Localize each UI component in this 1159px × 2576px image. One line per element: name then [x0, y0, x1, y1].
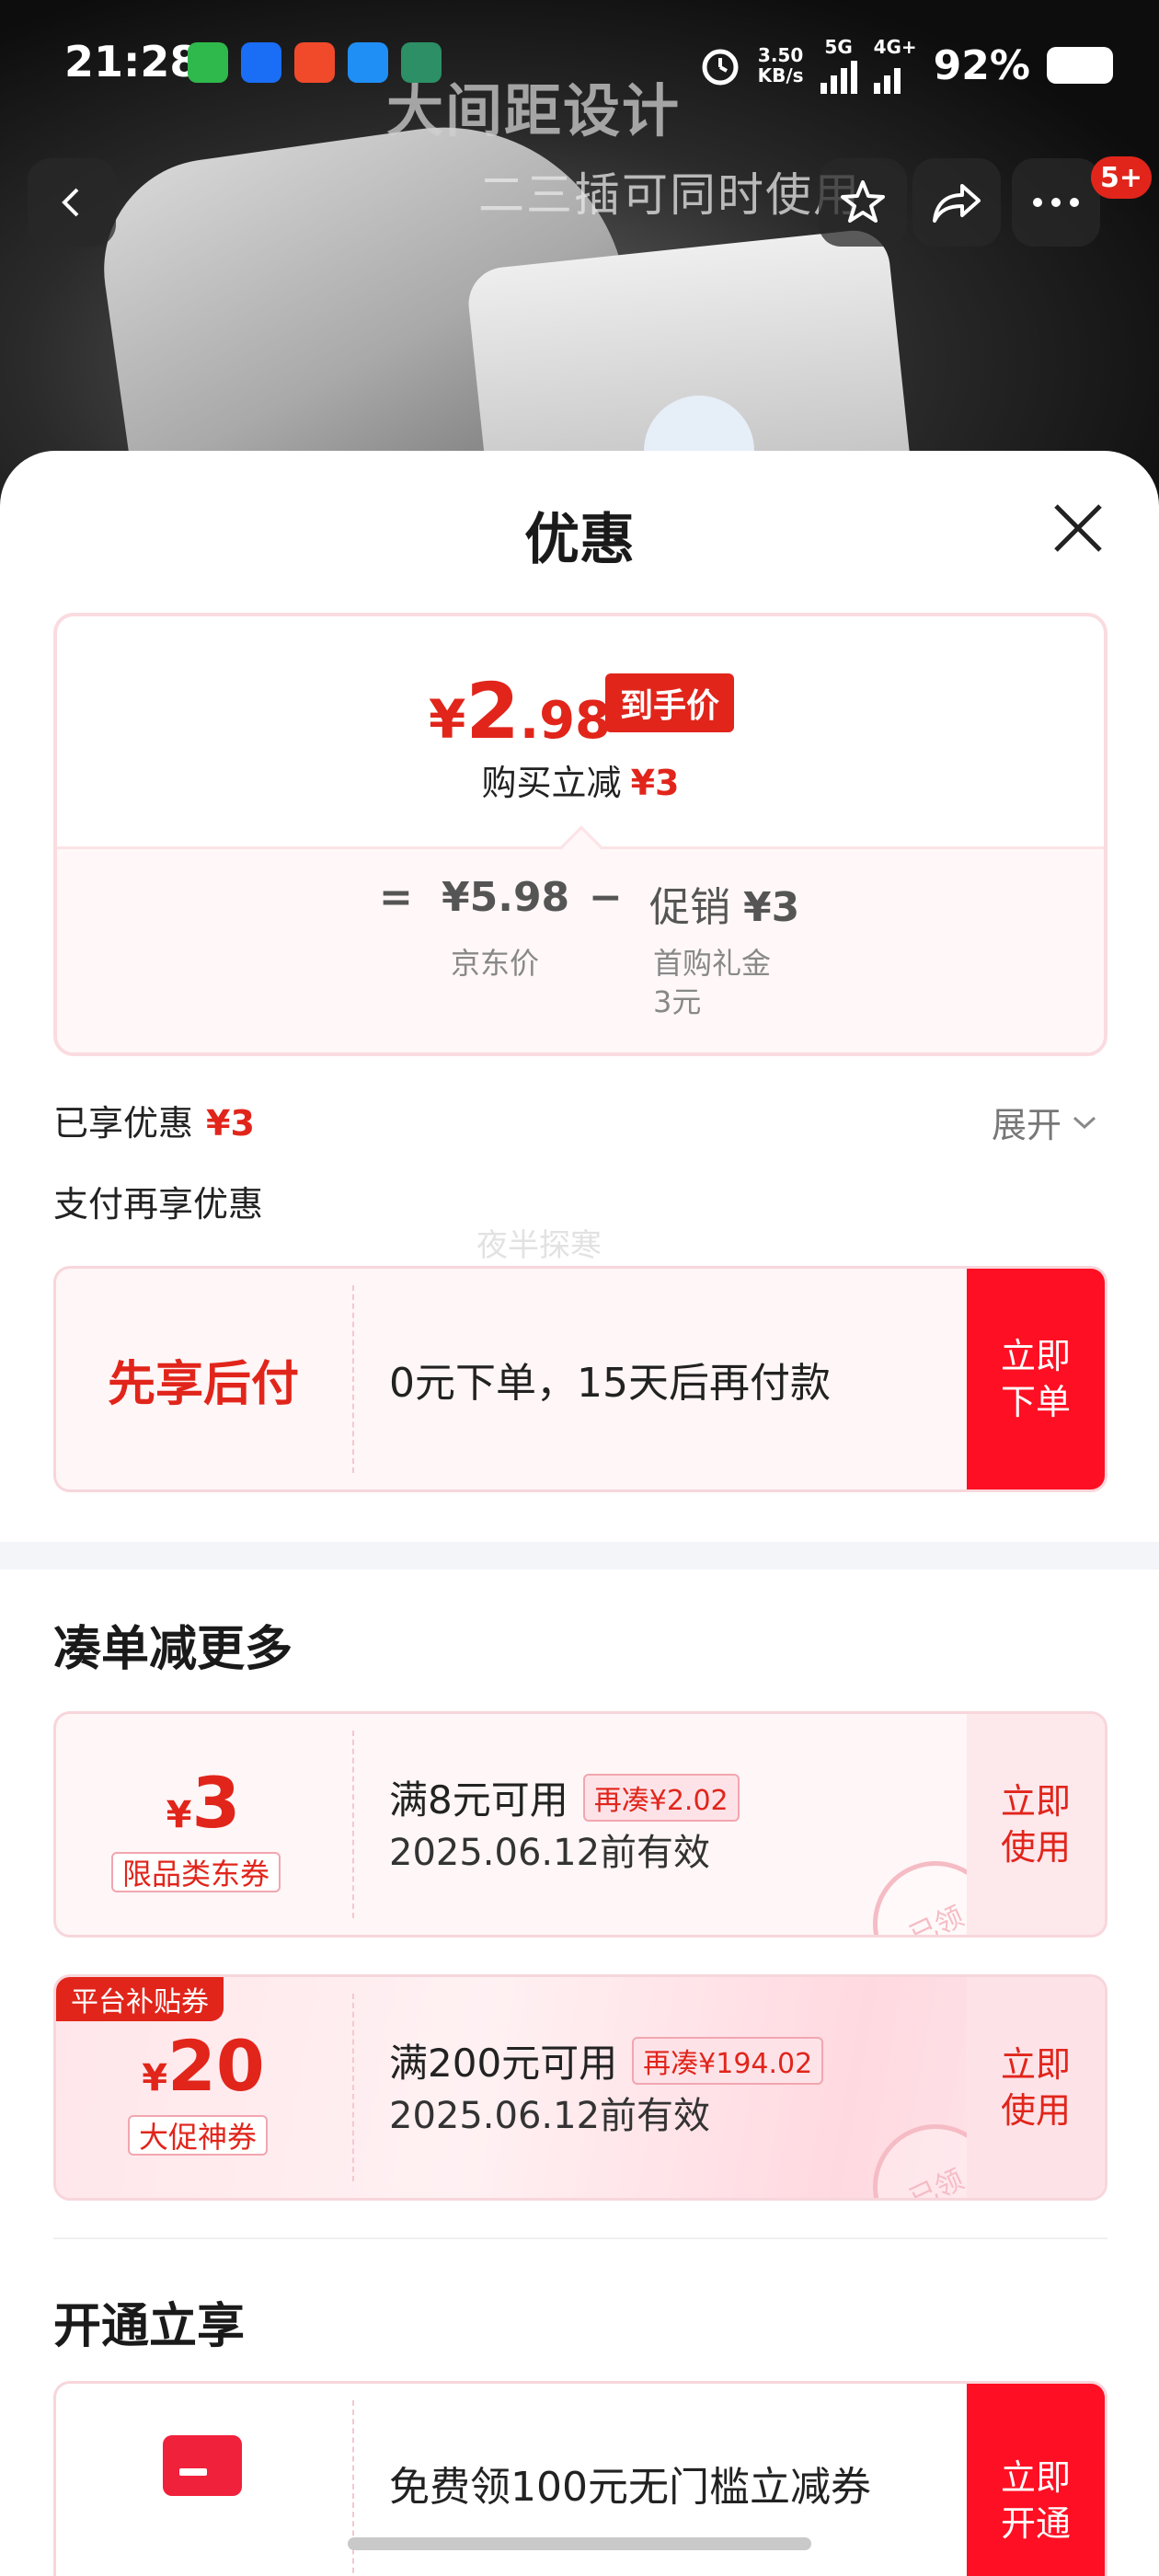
pay-more-title: 支付再享优惠 — [53, 1184, 264, 1225]
coupon-amount: ¥3 — [166, 1762, 241, 1844]
use-now-button[interactable]: 立即 使用 — [967, 1977, 1105, 2198]
equals-sign: = — [379, 874, 413, 921]
product-subline: 二三插可同时使用 — [478, 168, 861, 222]
status-right: 3.50 KB/s 5G 4G+ 92% — [699, 37, 1113, 94]
coupon-type: 限品类东券 — [111, 1852, 281, 1892]
bnpl-title: 先享后付 — [107, 1356, 299, 1412]
credit-card-icon — [163, 2435, 242, 2496]
coupon-amount: ¥20 — [142, 2025, 265, 2107]
price-summary-box: ¥2.98 到手价 购买立减 ¥3 = ¥5.98 − 促销 ¥3 京东价 首购礼… — [53, 613, 1107, 1056]
minus-sign: − — [589, 874, 623, 921]
watermark: 夜半探寒 — [476, 1227, 602, 1264]
promo-detail: 首购礼金 3元 — [653, 946, 772, 1019]
coupon-type: 大促神券 — [128, 2115, 269, 2156]
app-icon-orange — [294, 42, 335, 83]
network-5g: 5G — [820, 37, 857, 94]
use-now-button[interactable]: 立即 使用 — [967, 1714, 1105, 1935]
bnpl-card: 先享后付 0元下单，15天后再付款 立即 下单 — [53, 1266, 1107, 1492]
expand-button[interactable]: 展开 — [992, 1097, 1098, 1147]
favorite-button[interactable] — [819, 158, 907, 247]
promo-label: 促销 ¥3 — [649, 884, 800, 931]
notification-icons — [188, 42, 442, 83]
section-open-title: 开通立享 — [53, 2299, 246, 2354]
star-icon — [841, 180, 885, 223]
network-speed: 3.50 KB/s — [757, 44, 804, 86]
chevron-down-icon — [1073, 1116, 1096, 1129]
status-bar: 21:28 3.50 KB/s 5G 4G+ 92% — [0, 0, 1159, 120]
price-breakdown — [57, 846, 1104, 1052]
final-price-tag: 到手价 — [605, 673, 735, 732]
section-divider — [53, 2237, 1107, 2239]
coupon-valid: 2025.06.12前有效 — [389, 1832, 711, 1874]
coupon-card: 平台补贴券 ¥20 大促神券 满200元可用 再凑¥194.02 2025.06.… — [53, 1974, 1107, 2201]
reduce-line: 购买立减 ¥3 — [481, 763, 680, 803]
app-icon-green — [401, 42, 442, 83]
more-button[interactable] — [1012, 158, 1100, 247]
wechat-icon — [188, 42, 228, 83]
discount-sheet: 优惠 ¥2.98 到手价 购买立减 ¥3 = ¥5.98 − 促销 ¥3 京东价 … — [0, 451, 1159, 2576]
open-now-button[interactable]: 立即 开通 — [967, 2384, 1105, 2576]
close-icon[interactable] — [1049, 499, 1107, 558]
more-icon — [1033, 198, 1079, 207]
jd-price-label: 京东价 — [451, 946, 540, 981]
status-time: 21:28 — [64, 37, 200, 86]
sheet-title: 优惠 — [524, 508, 635, 572]
need-more-badge: 再凑¥194.02 — [632, 2036, 824, 2085]
alarm-icon — [702, 49, 739, 86]
section-more-title: 凑单减更多 — [53, 1622, 293, 1677]
card-divider — [352, 1994, 354, 2181]
bnpl-desc: 0元下单，15天后再付款 — [389, 1360, 831, 1407]
coupon-valid: 2025.06.12前有效 — [389, 2095, 711, 2137]
back-button[interactable] — [28, 158, 116, 247]
section-gap — [0, 1542, 1159, 1570]
card-divider — [352, 1285, 354, 1473]
open-desc: 免费领100元无门槛立减券 — [389, 2464, 871, 2511]
final-price: ¥2.98 — [429, 666, 612, 756]
share-button[interactable] — [912, 158, 1001, 247]
more-badge: 5+ — [1091, 156, 1153, 199]
enjoyed-discount: 已享优惠 ¥3 — [53, 1103, 255, 1144]
network-4g: 4G+ — [873, 37, 917, 94]
home-indicator[interactable] — [348, 2537, 811, 2550]
coupon-condition: 满8元可用 再凑¥2.02 — [389, 1769, 740, 1825]
battery-percent: 92% — [933, 41, 1030, 89]
need-more-badge: 再凑¥2.02 — [582, 1773, 740, 1822]
order-now-button[interactable]: 立即 下单 — [967, 1269, 1105, 1489]
app-icon-lightblue — [348, 42, 388, 83]
coupon-condition: 满200元可用 再凑¥194.02 — [389, 2032, 824, 2088]
battery-icon — [1047, 47, 1113, 84]
app-icon-blue — [241, 42, 281, 83]
card-divider — [352, 1731, 354, 1918]
share-icon — [933, 184, 981, 223]
coupon-card: ¥3 限品类东券 满8元可用 再凑¥2.02 2025.06.12前有效 已领 立… — [53, 1711, 1107, 1938]
chevron-left-icon — [62, 188, 79, 217]
platform-subsidy-tag: 平台补贴券 — [56, 1977, 224, 2021]
jd-price: ¥5.98 — [442, 874, 570, 921]
